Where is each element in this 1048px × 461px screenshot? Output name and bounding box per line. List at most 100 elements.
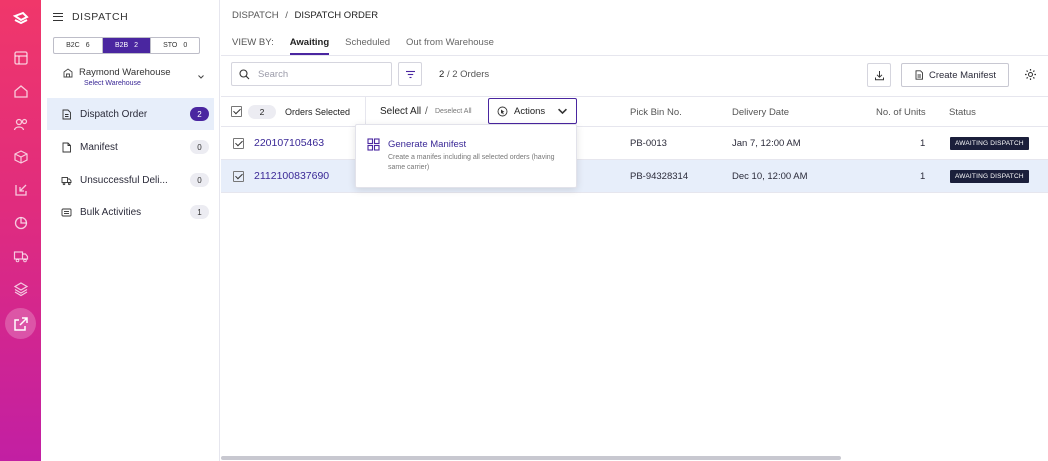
breadcrumb-parent[interactable]: DISPATCH [232,10,279,21]
sidebar-item-label: Manifest [80,141,118,153]
pick-bin-cell: PB-0013 [630,138,667,149]
truck-return-icon [61,176,72,185]
filter-button[interactable] [398,62,422,86]
generate-manifest-option[interactable]: Generate Manifest [388,139,466,150]
order-count-current: 2 [439,69,445,80]
actions-label: Actions [514,105,546,117]
select-all-checkbox[interactable] [231,106,242,117]
document-icon [62,109,71,119]
breadcrumb: DISPATCH / DISPATCH ORDER [232,10,378,21]
app-rail [0,0,41,461]
segment-b2c[interactable]: B2C 6 [54,38,103,53]
tab-out-from-warehouse[interactable]: Out from Warehouse [406,37,494,48]
users-icon[interactable] [0,110,41,138]
warehouse-selector[interactable]: Raymond Warehouse Select Warehouse [63,67,213,87]
analytics-icon[interactable] [0,209,41,237]
box-icon[interactable] [0,143,41,171]
column-units[interactable]: No. of Units [876,107,926,118]
grid-icon [367,138,380,151]
create-manifest-label: Create Manifest [928,69,997,81]
row-checkbox[interactable] [233,138,244,149]
column-pick-bin[interactable]: Pick Bin No. [630,107,682,118]
table-header: 2 Orders Selected Select All / Deselect … [221,96,1048,127]
sidebar-item-manifest[interactable]: Manifest 0 [47,131,214,163]
search-icon [239,68,250,79]
sidebar-item-label: Dispatch Order [80,108,148,120]
inbound-icon[interactable] [0,176,41,204]
sidebar-title: DISPATCH [72,11,129,23]
sidebar-item-label: Unsuccessful Deli... [80,174,168,186]
count-badge: 0 [190,140,209,154]
truck-icon[interactable] [0,242,41,270]
warehouse-icon [63,68,73,78]
create-manifest-button[interactable]: Create Manifest [901,63,1009,87]
tab-awaiting[interactable]: Awaiting [289,37,330,55]
units-cell: 1 [920,138,926,149]
document-icon [915,70,923,80]
download-icon [874,70,884,80]
count-badge: 1 [190,205,209,219]
order-count: 2 / 2 Orders [439,69,489,80]
order-id-link[interactable]: 2112100837690 [254,170,329,182]
selected-label: Orders Selected [285,107,351,117]
column-status[interactable]: Status [949,107,976,118]
order-count-total: / 2 Orders [446,69,490,80]
divider [221,55,1048,56]
selected-count-badge: 2 [248,105,276,119]
main-content: DISPATCH / DISPATCH ORDER VIEW BY: Await… [221,0,1048,461]
actions-button[interactable]: Actions [488,98,577,124]
logo-icon[interactable] [0,5,41,33]
row-checkbox[interactable] [233,171,244,182]
filter-icon [405,70,415,78]
breadcrumb-separator: / [285,10,288,21]
stack-icon [61,208,72,216]
dashboard-icon[interactable] [0,44,41,72]
segment-count: 6 [85,42,90,49]
sidebar-item-label: Bulk Activities [80,206,142,218]
divider [365,97,366,126]
download-button[interactable] [867,63,891,87]
sidebar-header: DISPATCH [53,11,128,23]
sidebar: DISPATCH B2C 6 B2B 2 STO 0 Raymond Wareh… [41,0,220,461]
segment-count: 2 [134,42,139,49]
segment-count: 0 [183,42,188,49]
table-row[interactable]: 2112100837690 PB-94328314 Dec 10, 12:00 … [221,160,1048,193]
table-row[interactable]: 220107105463 PB-0013 Jan 7, 12:00 AM 1 A… [221,127,1048,160]
search-input[interactable] [258,68,378,80]
segment-label: B2C [66,42,80,49]
layers-icon[interactable] [0,275,41,303]
sidebar-item-bulk-activities[interactable]: Bulk Activities 1 [47,196,214,228]
home-icon[interactable] [0,77,41,105]
gear-icon[interactable] [1024,68,1037,81]
segment-label: B2B [114,42,129,49]
segment-b2b[interactable]: B2B 2 [102,38,152,53]
sidebar-item-dispatch-order[interactable]: Dispatch Order 2 [47,98,214,130]
search-box [231,62,392,86]
horizontal-scrollbar[interactable] [221,456,841,460]
cursor-click-icon [497,106,508,116]
order-id-link[interactable]: 220107105463 [254,137,324,149]
actions-dropdown: Generate Manifest Create a manifes inclu… [355,124,577,188]
warehouse-name: Raymond Warehouse [79,67,171,78]
view-by-label: VIEW BY: [232,37,274,48]
delivery-date-cell: Jan 7, 12:00 AM [732,138,801,149]
dispatch-icon[interactable] [5,308,36,339]
tab-scheduled[interactable]: Scheduled [345,37,390,48]
pick-bin-cell: PB-94328314 [630,171,689,182]
segment-label: STO [163,42,178,49]
file-icon [62,142,71,152]
menu-icon[interactable] [53,13,63,21]
select-warehouse-link[interactable]: Select Warehouse [84,80,213,87]
selection-separator: / [425,106,428,117]
chevron-down-icon[interactable] [197,73,205,81]
deselect-all-link[interactable]: Deselect All [435,108,472,115]
generate-manifest-description: Create a manifes including all selected … [388,154,555,171]
count-badge: 2 [190,107,209,121]
sidebar-item-unsuccessful-delivery[interactable]: Unsuccessful Deli... 0 [47,164,214,196]
segment-sto[interactable]: STO 0 [151,38,199,53]
column-delivery-date[interactable]: Delivery Date [732,107,789,118]
channel-segment: B2C 6 B2B 2 STO 0 [53,37,200,54]
status-badge: AWAITING DISPATCH [950,137,1029,150]
select-all-link[interactable]: Select All [380,106,421,117]
count-badge: 0 [190,173,209,187]
